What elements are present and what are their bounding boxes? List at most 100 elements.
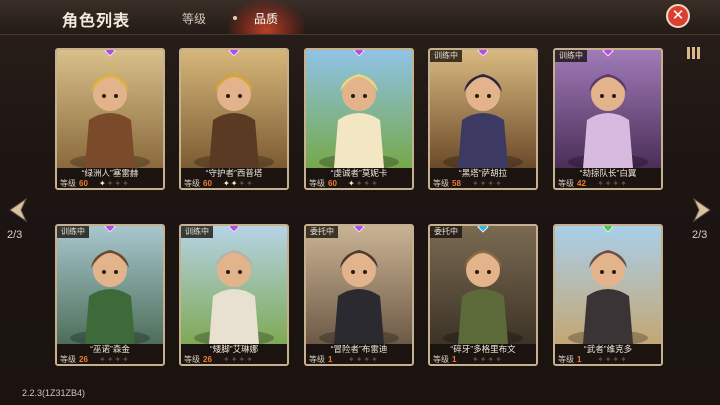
star-rating: ✦✦✦✦ <box>223 355 254 364</box>
star-icon: ✦ <box>246 179 254 188</box>
level-value: 1 <box>328 355 333 364</box>
level-label: 等级 <box>309 355 325 364</box>
character-portrait <box>57 50 163 168</box>
star-rating: ✦✦✦✦ <box>472 179 503 188</box>
character-portrait <box>306 50 412 168</box>
star-icon: ✦ <box>223 355 231 364</box>
star-icon: ✦ <box>223 179 231 188</box>
star-icon: ✦ <box>487 355 496 364</box>
level-display: 等级 42 <box>558 179 586 188</box>
level-label: 等级 <box>60 355 76 364</box>
star-rating: ✦✦✦✦ <box>99 179 130 188</box>
character-card[interactable]: “武者”维克多 等级 1 ✦✦✦✦ <box>553 224 663 366</box>
character-card[interactable]: 训练中 “黑塔”萨胡拉 等级 58 ✦✦✦✦ <box>428 48 538 190</box>
star-icon: ✦ <box>597 355 605 364</box>
level-label: 等级 <box>60 179 76 188</box>
status-badge: 训练中 <box>181 226 213 238</box>
close-button[interactable]: ✕ <box>666 4 690 28</box>
character-portrait <box>555 50 661 168</box>
tab-level[interactable]: 等级 <box>182 10 206 27</box>
level-display: 等级 60 <box>309 179 337 188</box>
level-label: 等级 <box>433 355 449 364</box>
star-rating: ✦✦✦✦ <box>99 355 130 364</box>
star-icon: ✦ <box>620 355 628 364</box>
status-badge: 委托中 <box>306 226 338 238</box>
chevron-left-icon <box>9 197 28 223</box>
character-card[interactable]: 委托中 “冒险者”布雷迪 等级 1 ✦✦✦✦ <box>304 224 414 366</box>
close-icon: ✕ <box>671 7 685 24</box>
star-icon: ✦ <box>114 355 123 364</box>
character-name: “绿洲人”塞雷赫 <box>81 168 139 178</box>
star-rating: ✦✦✦✦ <box>472 355 503 364</box>
page-indicator-left: 2/3 <box>7 229 23 241</box>
star-icon: ✦ <box>99 355 107 364</box>
star-icon: ✦ <box>363 355 372 364</box>
level-value: 60 <box>328 179 337 188</box>
character-card[interactable]: 训练中 “巫诺”森金 等级 26 ✦✦✦✦ <box>55 224 165 366</box>
tab-quality[interactable]: 品质 <box>254 10 278 27</box>
star-icon: ✦ <box>348 355 356 364</box>
star-icon: ✦ <box>597 179 605 188</box>
level-display: 等级 1 <box>309 355 332 364</box>
character-card[interactable]: 委托中 “碎牙”多格里布文 等级 1 ✦✦✦✦ <box>428 224 538 366</box>
star-icon: ✦ <box>371 355 379 364</box>
star-icon: ✦ <box>348 179 356 188</box>
chevron-right-icon <box>692 197 711 223</box>
character-name: “碎牙”多格里布文 <box>450 344 516 354</box>
level-value: 26 <box>79 355 88 364</box>
character-card[interactable]: “虔诚者”莫妮卡 等级 60 ✦✦✦✦ <box>304 48 414 190</box>
status-badge: 训练中 <box>57 226 89 238</box>
star-icon: ✦ <box>114 179 123 188</box>
status-badge: 委托中 <box>430 226 462 238</box>
level-value: 58 <box>452 179 461 188</box>
star-icon: ✦ <box>487 179 496 188</box>
status-badge: 训练中 <box>430 50 462 62</box>
character-name: “巫诺”森金 <box>90 344 130 354</box>
grid-view-icon[interactable] <box>683 44 703 62</box>
level-display: 等级 60 <box>184 179 212 188</box>
character-portrait <box>57 226 163 344</box>
star-icon: ✦ <box>495 355 503 364</box>
star-icon: ✦ <box>371 179 379 188</box>
star-icon: ✦ <box>612 179 621 188</box>
character-card[interactable]: “绿洲人”塞雷赫 等级 60 ✦✦✦✦ <box>55 48 165 190</box>
page-title: 角色列表 <box>62 13 131 30</box>
star-icon: ✦ <box>472 355 480 364</box>
character-name: “守护者”西普塔 <box>205 168 263 178</box>
level-value: 42 <box>577 179 586 188</box>
character-name: “劫掠队长”白翼 <box>579 168 637 178</box>
page-indicator-right: 2/3 <box>692 229 708 241</box>
level-display: 等级 26 <box>60 355 88 364</box>
level-label: 等级 <box>184 355 200 364</box>
star-icon: ✦ <box>495 179 503 188</box>
prev-page-button[interactable] <box>4 195 30 225</box>
next-page-button[interactable] <box>690 195 716 225</box>
character-portrait <box>181 50 287 168</box>
character-card[interactable]: 训练中 “矮脚”艾琳娜 等级 26 ✦✦✦✦ <box>179 224 289 366</box>
level-display: 等级 1 <box>433 355 456 364</box>
character-name: “武者”维克多 <box>583 344 633 354</box>
character-name: “黑塔”萨胡拉 <box>458 168 508 178</box>
star-icon: ✦ <box>99 179 107 188</box>
level-value: 60 <box>79 179 88 188</box>
star-rating: ✦✦✦✦ <box>597 355 628 364</box>
star-icon: ✦ <box>238 179 247 188</box>
character-name: “矮脚”艾琳娜 <box>209 344 259 354</box>
character-portrait <box>430 226 536 344</box>
star-icon: ✦ <box>363 179 372 188</box>
star-rating: ✦✦✦✦ <box>348 179 379 188</box>
level-display: 等级 58 <box>433 179 461 188</box>
tab-separator-dot <box>233 16 237 20</box>
character-card[interactable]: 训练中 “劫掠队长”白翼 等级 42 ✦✦✦✦ <box>553 48 663 190</box>
level-label: 等级 <box>309 179 325 188</box>
character-card[interactable]: “守护者”西普塔 等级 60 ✦✦✦✦ <box>179 48 289 190</box>
level-value: 1 <box>577 355 582 364</box>
character-portrait <box>181 226 287 344</box>
star-rating: ✦✦✦✦ <box>597 179 628 188</box>
star-rating: ✦✦✦✦ <box>223 179 254 188</box>
character-portrait <box>306 226 412 344</box>
star-icon: ✦ <box>246 355 254 364</box>
level-value: 26 <box>203 355 212 364</box>
level-label: 等级 <box>558 355 574 364</box>
star-icon: ✦ <box>238 355 247 364</box>
